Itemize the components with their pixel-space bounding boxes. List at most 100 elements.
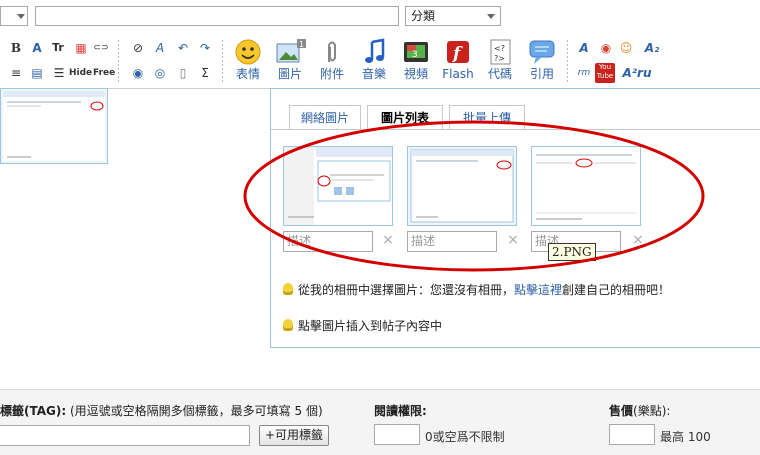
toolbar-separator [222,40,223,82]
font-size-icon[interactable]: A [29,40,45,56]
bold-icon[interactable]: B [8,40,24,56]
attachment-button[interactable]: 附件 [310,36,354,82]
lightbulb-icon [283,283,293,295]
quote-button[interactable]: 引用 [520,36,564,82]
image-list-item[interactable] [283,146,393,226]
flash-button[interactable]: f Flash [436,36,480,82]
read-permission-note: 0或空爲不限制 [425,430,505,444]
tab-divider [271,129,760,130]
price-note: 最高 100 [660,430,711,444]
top-bar: 分類 [0,0,760,32]
smiley-icon [233,38,263,66]
code-icon: <? ?> [485,38,515,66]
youtube-icon[interactable]: You Tube [595,63,615,83]
emoticon-button[interactable]: 表情 [226,36,270,82]
price-input[interactable] [609,424,655,445]
tag-label-title: 標籤(TAG): [0,404,67,418]
insert-image-small-icon[interactable]: ◎ [152,65,168,81]
link-icon[interactable]: ⊂⊃ [93,40,109,56]
title-input[interactable] [35,6,399,26]
list-icon[interactable]: ☰ [51,65,67,81]
flash-icon: f [443,38,473,66]
image-preview [408,147,516,225]
price-label-title: 售價 [609,404,634,418]
read-permission-title: 閱讀權限: [374,404,427,418]
image-button[interactable]: 1 圖片 [268,36,312,82]
font-a-icon[interactable]: A [576,40,592,56]
music-note-icon [359,38,389,66]
delete-icon[interactable]: × [381,233,395,247]
superscript-a-icon[interactable]: A²ru [620,65,654,81]
page-icon[interactable]: ▯ [175,65,191,81]
tab-batch-upload[interactable]: 批量上傳 [449,105,525,129]
insert-hint-text: 點擊圖片插入到帖子內容中 [298,319,443,333]
chevron-down-icon [17,14,25,19]
undo-icon[interactable]: ↶ [175,40,191,56]
picasa-icon[interactable]: ◉ [598,40,614,56]
tab-web-image[interactable]: 網絡圖片 [289,105,361,129]
media-icon[interactable]: ◉ [130,65,146,81]
album-hint-suffix: 創建自己的相冊吧！ [562,283,671,297]
image-label: 圖片 [277,67,302,81]
svg-text:3: 3 [412,50,418,60]
tv-icon: 3 [401,38,431,66]
description-input[interactable]: 描述 [407,231,497,252]
quote-bubble-icon [527,38,557,66]
svg-text:1: 1 [299,40,304,49]
unlink-icon[interactable]: ⊘ [130,40,146,56]
free-icon[interactable]: Free [93,65,115,81]
create-album-link[interactable]: 點擊這裡 [514,283,562,297]
attachment-label: 附件 [319,67,344,81]
color-grid-icon[interactable]: ▦ [73,40,89,56]
tag-label: 標籤(TAG): (用逗號或空格隔開多個標籤，最多可填寫 5 個) [0,402,323,419]
code-button[interactable]: <? ?> 代碼 [478,36,522,82]
quote-label: 引用 [529,67,554,81]
lightbulb-icon [283,319,293,331]
image-icon: 1 [275,38,306,66]
align-icon[interactable]: ≡ [8,65,24,81]
rm-icon[interactable]: rm [576,65,592,81]
image-list-item[interactable] [407,146,517,226]
tab-image-list[interactable]: 圖片列表 [367,105,443,129]
smile-outline-icon[interactable]: ☺ [618,40,634,56]
svg-text:?>: ?> [494,54,505,63]
category-selected-value: 分類 [411,9,436,23]
category-select[interactable]: 分類 [405,6,501,26]
insert-hint: 點擊圖片插入到帖子內容中 [283,317,442,334]
image-list-item[interactable] [531,146,641,226]
type-select[interactable] [0,6,28,26]
delete-icon[interactable]: × [506,233,520,247]
album-hint: 從我的相冊中選擇圖片：您還沒有相冊，點擊這裡創建自己的相冊吧！ [283,281,670,298]
attached-image-thumbnail[interactable] [0,88,108,164]
svg-text:<?: <? [494,44,505,53]
delete-icon[interactable]: × [631,233,645,247]
image-preview [284,147,392,225]
tag-label-hint: (用逗號或空格隔開多個標籤，最多可填寫 5 個) [70,404,323,418]
tag-input[interactable] [0,425,250,446]
redo-icon[interactable]: ↷ [197,40,213,56]
font-tt-icon[interactable]: Tr [50,40,66,56]
subscript-a-icon[interactable]: A₂ [642,40,662,56]
sum-icon[interactable]: Σ [197,65,213,81]
table-icon[interactable]: ▤ [29,65,45,81]
available-tags-button[interactable]: +可用標籤 [259,425,330,446]
post-options-bar: 標籤(TAG): (用逗號或空格隔開多個標籤，最多可填寫 5 個) +可用標籤 … [0,389,760,455]
image-preview [532,147,640,225]
chevron-down-icon [487,14,495,19]
image-panel: 網絡圖片 圖片列表 批量上傳 描述 × 描述 × 描述 × 從我的相冊中選擇圖片… [270,88,760,348]
editor-toolbar: B A Tr ▦ ⊂⊃ ⊘ A ↶ ↷ ≡ ▤ ☰ Hide Free ◉ ◎ … [0,34,760,89]
hide-icon[interactable]: Hide [69,65,92,81]
toolbar-separator [118,40,119,82]
flash-label: Flash [442,67,474,81]
clear-format-icon[interactable]: A [152,40,168,56]
video-button[interactable]: 3 視頻 [394,36,438,82]
read-permission-input[interactable] [374,424,420,445]
read-permission-label: 閱讀權限: [374,402,427,419]
price-label-unit: (樂點): [633,404,671,418]
description-input[interactable]: 描述 [283,231,373,252]
music-button[interactable]: 音樂 [352,36,396,82]
paperclip-icon [317,38,347,66]
emoticon-label: 表情 [235,67,260,81]
toolbar-separator [567,40,568,82]
thumbnail-preview-image [3,91,105,161]
